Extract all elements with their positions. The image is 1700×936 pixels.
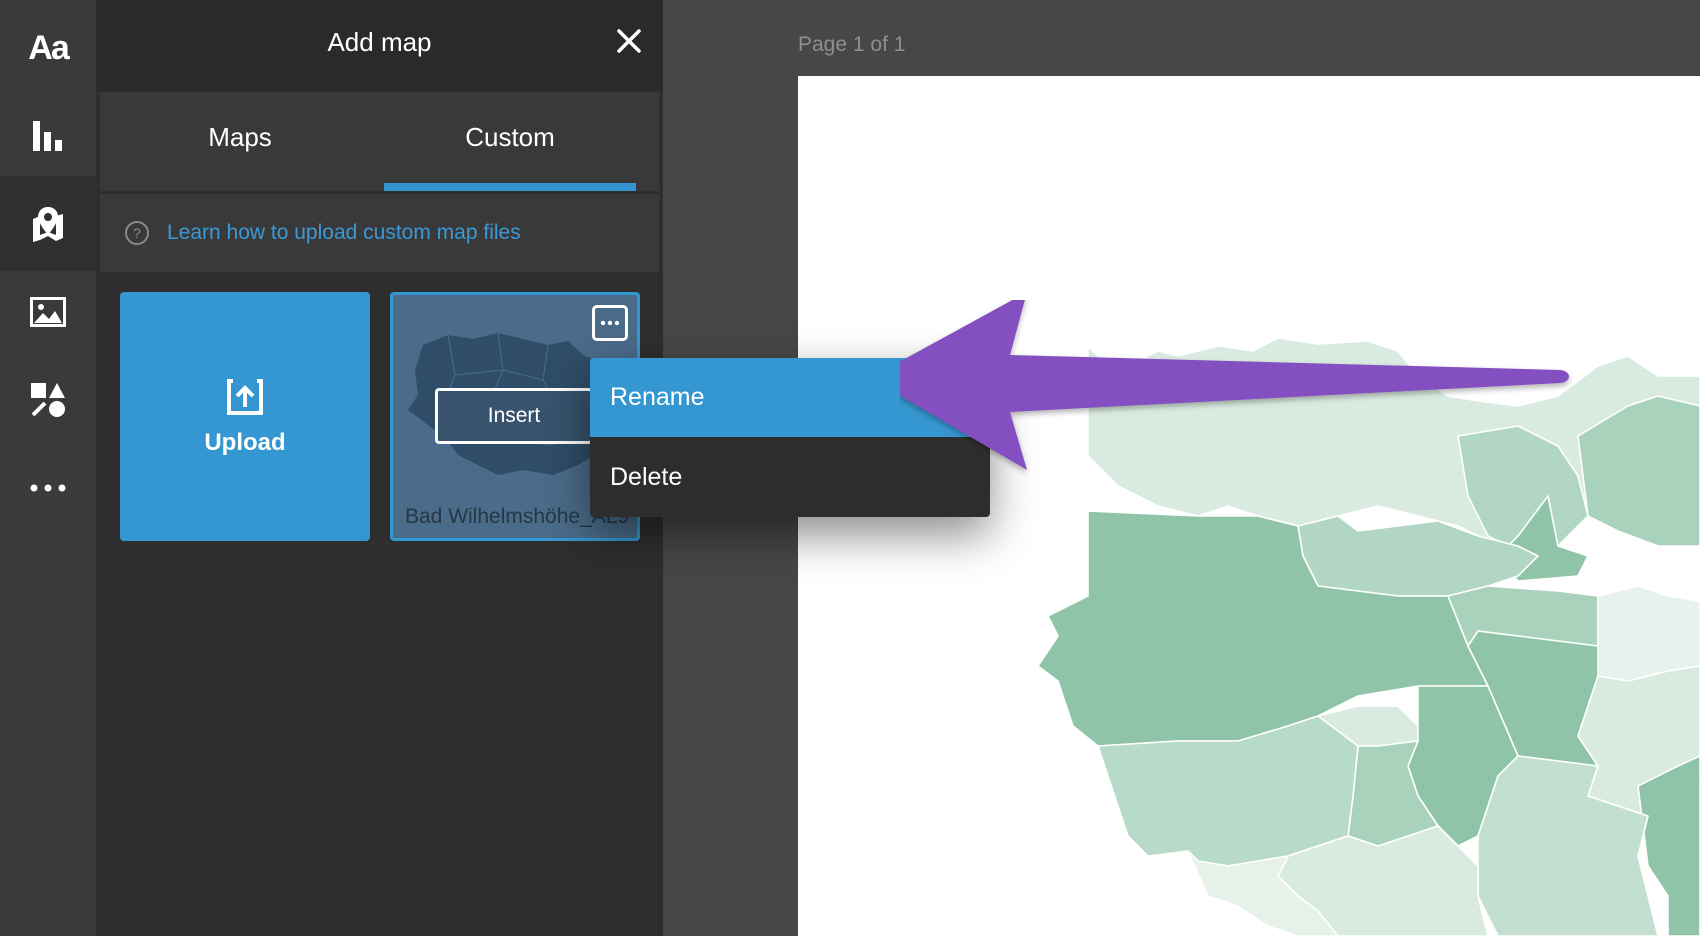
text-icon: Aa [28,28,69,67]
rail-item-shapes[interactable] [0,352,96,447]
icon-rail: Aa [0,0,96,936]
tab-custom-label: Custom [465,122,555,152]
rail-item-charts[interactable] [0,88,96,183]
svg-text:?: ? [133,225,141,241]
rail-item-more[interactable] [0,440,96,535]
shapes-icon [31,382,65,417]
panel-title: Add map [327,27,432,57]
insert-button[interactable]: Insert [435,388,593,444]
bar-chart-icon [33,120,62,151]
rail-item-maps[interactable] [0,176,96,271]
more-icon [30,484,66,491]
help-bar: ? Learn how to upload custom map files [100,194,659,272]
more-options-button[interactable] [592,305,628,341]
upload-button[interactable]: Upload [120,292,370,541]
tab-bar: Maps Custom [100,92,659,191]
upload-label: Upload [204,428,286,456]
upload-icon [227,378,263,415]
rail-item-images[interactable] [0,264,96,359]
rail-item-text[interactable]: Aa [0,0,96,95]
page-indicator: Page 1 of 1 [798,33,906,56]
ellipsis-icon [600,320,620,326]
tab-maps[interactable]: Maps [100,92,380,191]
map-pin-icon [33,206,63,242]
image-icon [30,296,66,327]
annotation-arrow [900,300,1569,470]
tab-maps-label: Maps [208,122,272,152]
close-icon[interactable] [614,26,644,56]
active-tab-indicator [384,183,636,191]
tab-custom[interactable]: Custom [370,92,650,191]
help-link[interactable]: Learn how to upload custom map files [167,221,521,245]
panel-header: Add map [96,0,663,91]
app-window: Aa Add map Maps Custom ? Learn how to up… [0,0,1700,936]
help-icon: ? [125,221,149,245]
